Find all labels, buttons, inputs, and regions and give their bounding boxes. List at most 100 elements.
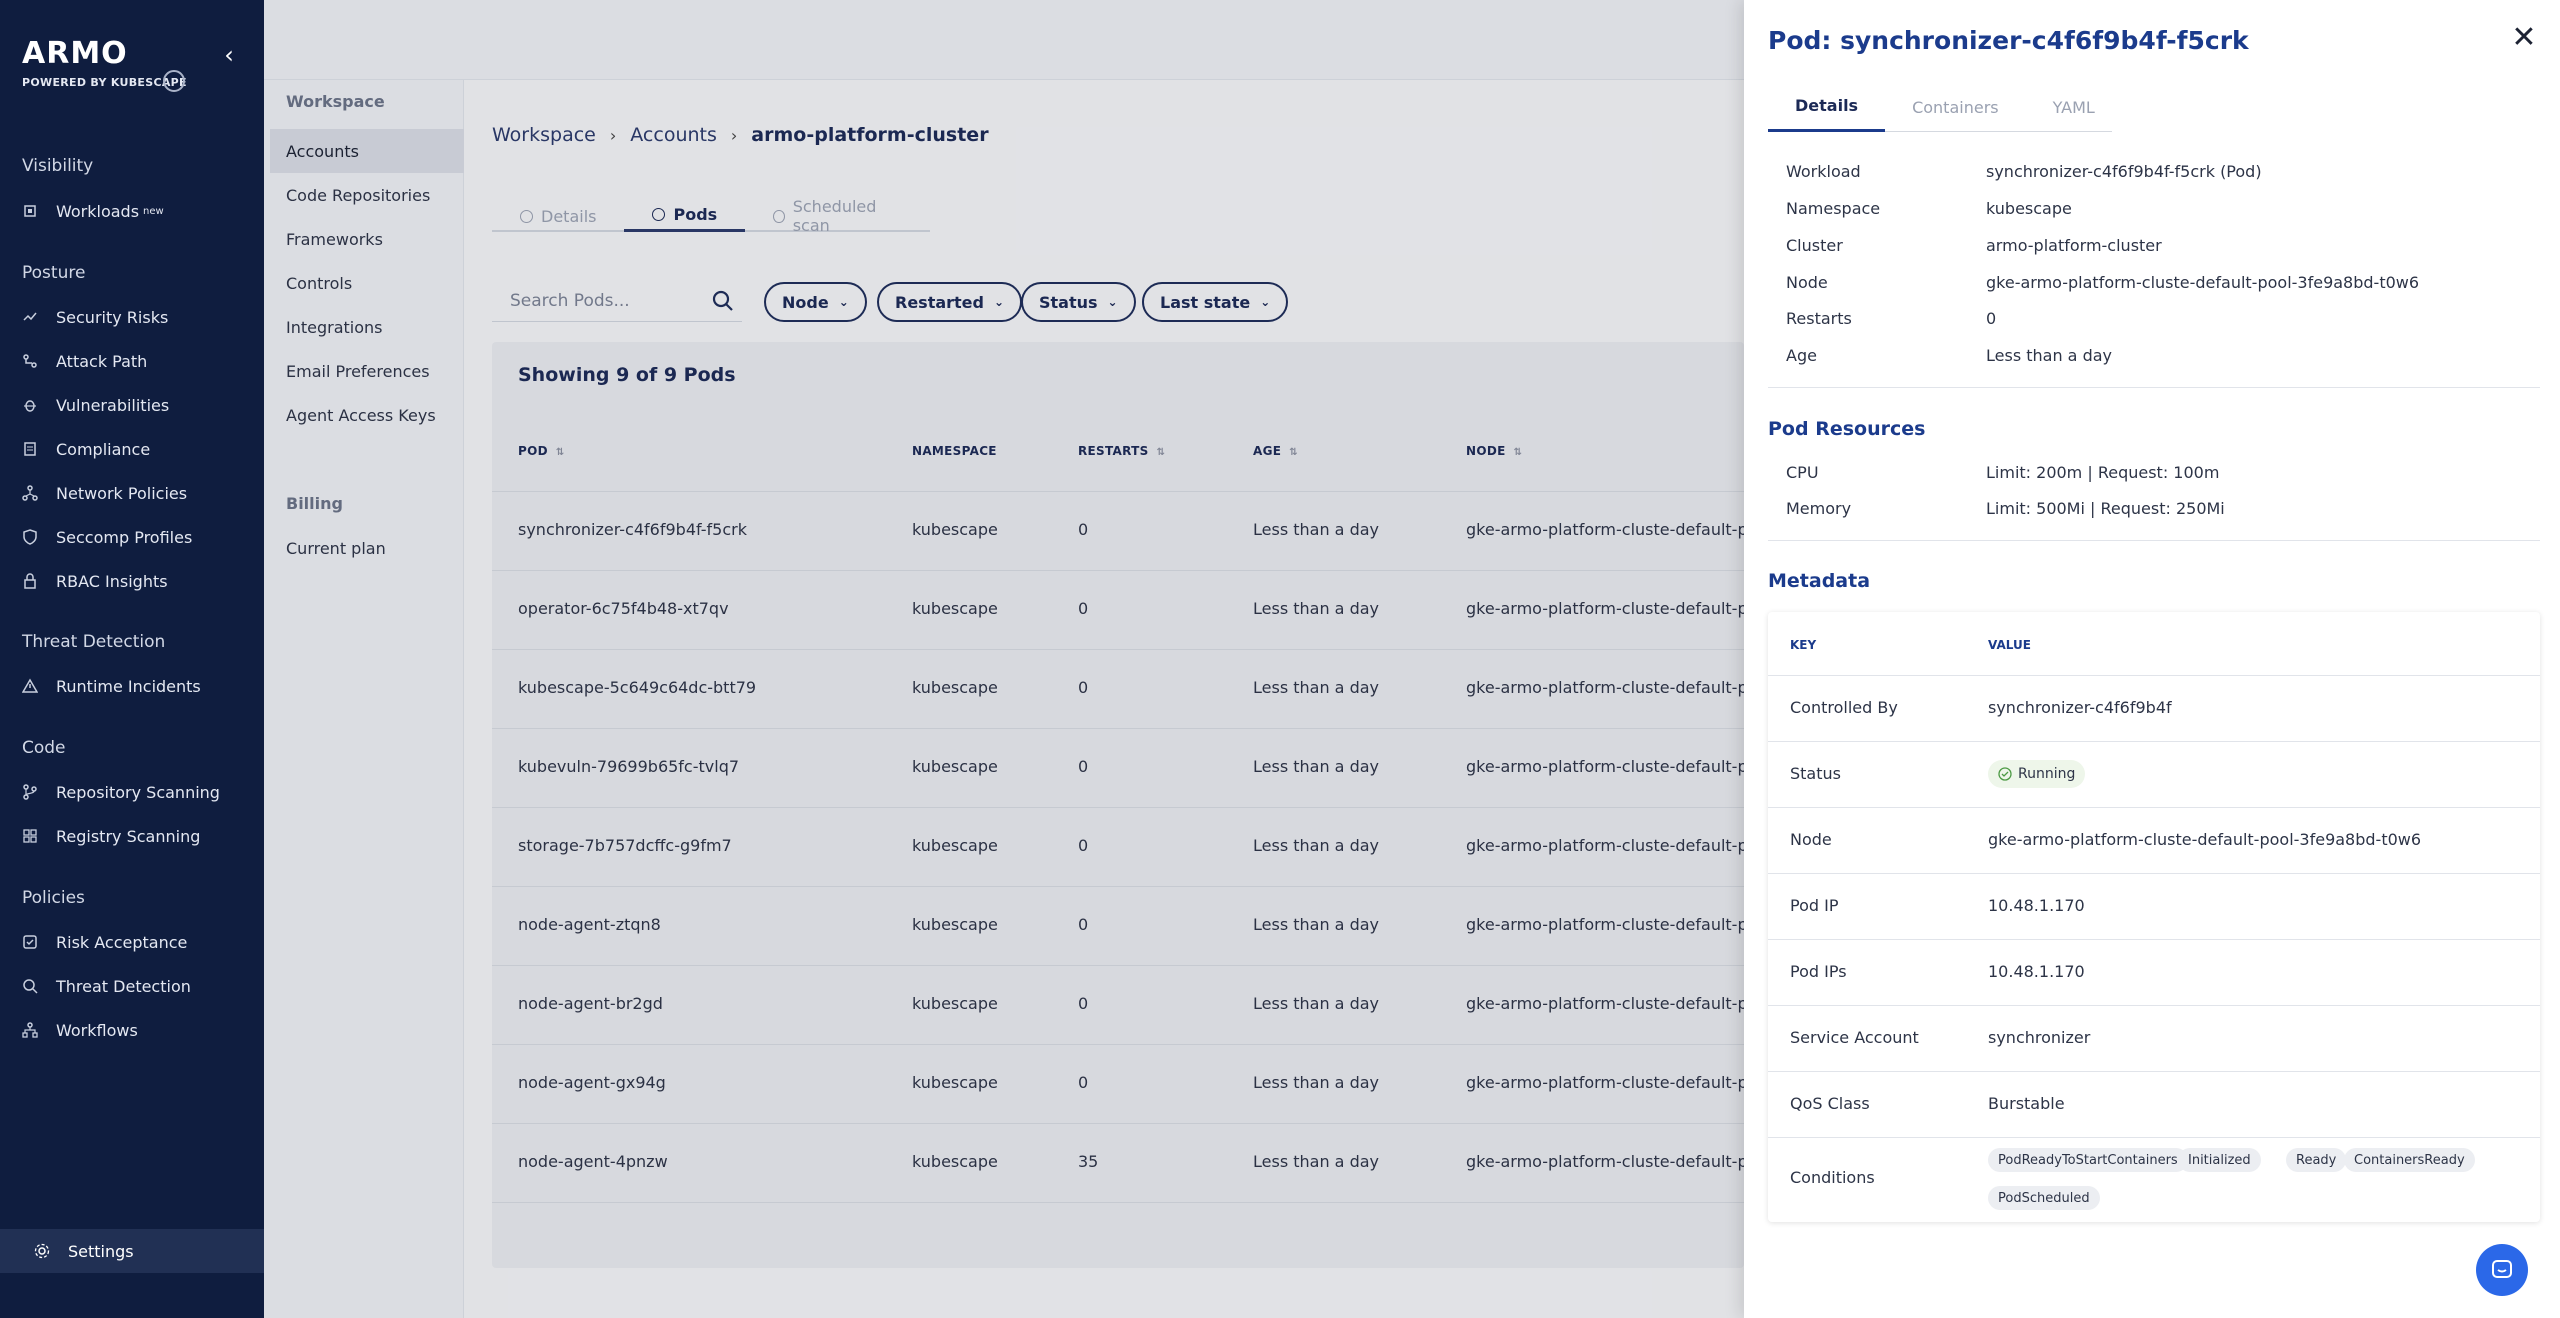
subnav-item-accounts[interactable]: Accounts [270, 129, 464, 173]
sidebar-item-network-policies[interactable]: Network Policies [22, 477, 252, 509]
panel-tab-yaml[interactable]: YAML [2026, 82, 2122, 132]
search-input[interactable] [492, 290, 702, 311]
table-row[interactable]: synchronizer-c4f6f9b4f-f5crk kubescape 0 Le… [492, 492, 1744, 571]
breadcrumb-workspace[interactable]: Workspace [492, 124, 596, 146]
sidebar-item-runtime-incidents[interactable]: Runtime Incidents [22, 670, 252, 702]
subnav-item-frameworks[interactable]: Frameworks [270, 217, 464, 261]
breadcrumb-accounts[interactable]: Accounts [630, 124, 717, 146]
cell-restarts: 35 [1078, 1152, 1099, 1171]
metadata-value: Burstable [1988, 1094, 2065, 1113]
sidebar-item-seccomp-profiles[interactable]: Seccomp Profiles [22, 521, 252, 553]
tab-scheduled-scan[interactable]: Scheduled scan [745, 197, 930, 235]
filter-node-button[interactable]: Node ⌄ [764, 282, 867, 322]
metadata-row: Pod IP 10.48.1.170 [1768, 874, 2540, 940]
filter-label: Restarted [895, 292, 984, 312]
column-label: POD [518, 444, 548, 458]
column-node[interactable]: NODE ⇅ [1466, 444, 1522, 458]
chevron-down-icon: ⌄ [1107, 295, 1118, 309]
table-row[interactable]: storage-7b757dcffc-g9fm7 kubescape 0 Less t… [492, 808, 1744, 887]
table-row[interactable]: node-agent-4pnzw kubescape 35 Less than a d… [492, 1124, 1744, 1203]
filter-restarted-button[interactable]: Restarted ⌄ [877, 282, 1023, 322]
panel-tab-details[interactable]: Details [1768, 82, 1886, 132]
column-label: AGE [1253, 444, 1282, 458]
status-badge: Running [1988, 760, 2086, 788]
metadata-row: Status Running [1768, 742, 2540, 808]
sidebar-item-attack-path[interactable]: Attack Path [22, 345, 252, 377]
table-row[interactable]: kubescape-5c649c64dc-btt79 kubescape 0 Less… [492, 650, 1744, 729]
accept-icon [22, 934, 38, 950]
metadata-key: Service Account [1790, 1028, 1919, 1047]
panel-tab-containers[interactable]: Containers [1885, 82, 2026, 132]
column-namespace: NAMESPACE [912, 444, 997, 458]
sidebar: ARMO POWERED BY KUBESCAPE ‹ Visibility W… [0, 0, 264, 1318]
sidebar-item-settings[interactable]: Settings [0, 1229, 264, 1273]
sidebar-item-registry-scanning[interactable]: Registry Scanning [22, 820, 252, 852]
filter-last-state-button[interactable]: Last state ⌄ [1142, 282, 1289, 322]
table-row[interactable]: node-agent-gx94g kubescape 0 Less than a da… [492, 1045, 1744, 1124]
tab-label: Scheduled scan [792, 197, 877, 235]
sidebar-item-label: Vulnerabilities [56, 395, 170, 415]
metadata-value: gke-armo-platform-cluste-default-pool-3f… [1988, 830, 2422, 849]
sidebar-item-security-risks[interactable]: Security Risks [22, 301, 252, 333]
sort-icon: ⇅ [1156, 447, 1166, 458]
condition-chip: ContainersReady [2344, 1148, 2475, 1172]
pod-resources-heading: Pod Resources [1768, 418, 1926, 440]
kubescape-icon [163, 70, 185, 92]
cell-node: gke-armo-platform-cluste-default-pool-3f… [1466, 1152, 1744, 1171]
subnav-item-code-repositories[interactable]: Code Repositories [270, 173, 464, 217]
column-age[interactable]: AGE ⇅ [1253, 444, 1298, 458]
tab-label: Details [541, 206, 597, 226]
sidebar-item-compliance[interactable]: Compliance [22, 433, 252, 465]
sidebar-item-label: Settings [68, 1241, 134, 1261]
sidebar-item-threat-detection[interactable]: Threat Detection [22, 970, 252, 1002]
chat-button[interactable] [2476, 1244, 2528, 1296]
metadata-key: Pod IPs [1790, 962, 1847, 981]
cell-restarts: 0 [1078, 757, 1089, 776]
subnav-item-integrations[interactable]: Integrations [270, 305, 464, 349]
column-restarts[interactable]: RESTARTS ⇅ [1078, 444, 1165, 458]
tab-details[interactable]: Details [492, 200, 624, 232]
filter-status-button[interactable]: Status ⌄ [1021, 282, 1136, 322]
subnav-item-current-plan[interactable]: Current plan [270, 526, 464, 570]
section-posture: Posture [22, 263, 86, 283]
sidebar-item-workflows[interactable]: Workflows [22, 1014, 252, 1046]
cell-restarts: 0 [1078, 836, 1089, 855]
subnav-item-email-preferences[interactable]: Email Preferences [270, 349, 464, 393]
cell-pod: node-agent-br2gd [518, 994, 663, 1013]
close-icon[interactable]: ✕ [2508, 22, 2540, 54]
sidebar-item-repository-scanning[interactable]: Repository Scanning [22, 776, 252, 808]
sidebar-item-label: Security Risks [56, 307, 169, 327]
metadata-value: synchronizer-c4f6f9b4f [1988, 698, 2172, 717]
table-row[interactable]: node-agent-ztqn8 kubescape 0 Less than a da… [492, 887, 1744, 966]
sidebar-item-vulnerabilities[interactable]: Vulnerabilities [22, 389, 252, 421]
metadata-key: Controlled By [1790, 698, 1898, 717]
chevron-right-icon: › [609, 125, 617, 145]
sidebar-item-label: Network Policies [56, 483, 188, 503]
cell-restarts: 0 [1078, 994, 1089, 1013]
sidebar-item-workloads[interactable]: Workloads new [22, 195, 252, 227]
main-content: Workspace › Accounts › armo-platform-clu… [464, 80, 1744, 1318]
sidebar-item-risk-acceptance[interactable]: Risk Acceptance [22, 926, 252, 958]
column-pod[interactable]: POD ⇅ [518, 444, 565, 458]
cell-namespace: kubescape [912, 678, 998, 697]
table-row[interactable]: node-agent-br2gd kubescape 0 Less than a da… [492, 966, 1744, 1045]
subnav-item-controls[interactable]: Controls [270, 261, 464, 305]
metadata-row: Conditions PodReadyToStartContainers Ini… [1768, 1138, 2540, 1222]
search-icon[interactable] [712, 290, 734, 312]
cell-age: Less than a day [1253, 599, 1379, 618]
metadata-key: Node [1790, 830, 1832, 849]
section-visibility: Visibility [22, 156, 94, 176]
shield-icon [22, 529, 38, 545]
table-row[interactable]: kubevuln-79699b65fc-tvlq7 kubescape 0 Less … [492, 729, 1744, 808]
table-header: POD ⇅ NAMESPACE RESTARTS ⇅ AGE ⇅ NODE ⇅ [492, 412, 1744, 492]
sidebar-item-rbac-insights[interactable]: RBAC Insights [22, 565, 252, 597]
collapse-sidebar-icon[interactable]: ‹ [214, 40, 244, 70]
column-label: NODE [1466, 444, 1506, 458]
resource-value: Limit: 500Mi | Request: 250Mi [1986, 499, 2225, 518]
table-row[interactable]: operator-6c75f4b48-xt7qv kubescape 0 Less t… [492, 571, 1744, 650]
breadcrumb: Workspace › Accounts › armo-platform-clu… [492, 124, 989, 146]
divider [1768, 540, 2540, 541]
tab-pods[interactable]: Pods [624, 200, 746, 232]
subnav-item-agent-access-keys[interactable]: Agent Access Keys [270, 393, 464, 437]
status-label: Running [2018, 766, 2076, 782]
